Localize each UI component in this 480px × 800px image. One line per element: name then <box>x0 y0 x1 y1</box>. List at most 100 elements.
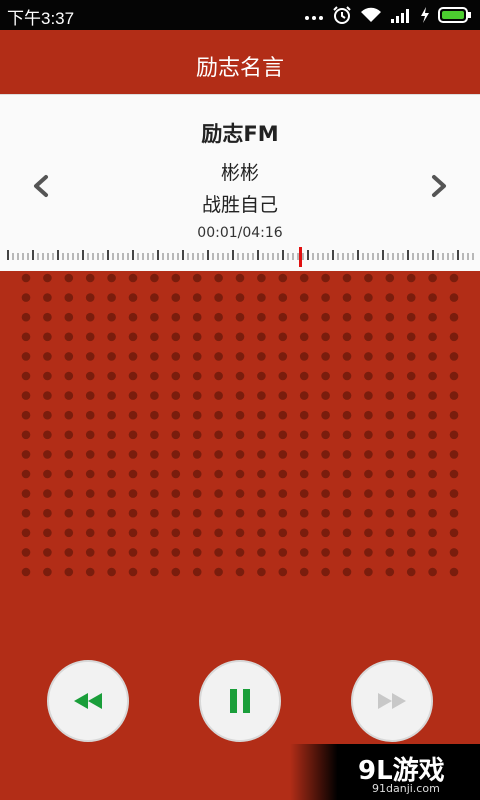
speaker-dot <box>85 508 95 518</box>
speaker-dot <box>342 352 352 361</box>
speaker-dot <box>107 528 116 538</box>
speaker-dot <box>214 450 223 459</box>
speaker-dot <box>385 371 395 381</box>
speaker-dot <box>171 450 181 459</box>
speaker-dot <box>21 450 31 459</box>
speaker-dot <box>406 352 416 361</box>
speaker-dot <box>257 293 266 302</box>
speaker-grille <box>21 273 459 577</box>
speaker-dot <box>171 567 181 577</box>
speaker-dot <box>299 293 309 302</box>
speaker-dot <box>64 293 74 302</box>
speaker-dot <box>299 410 309 420</box>
speaker-dot <box>235 508 245 518</box>
speaker-dot <box>364 410 373 420</box>
speaker-dot <box>21 371 31 381</box>
speaker-dot <box>85 371 95 381</box>
speaker-dot <box>107 391 116 400</box>
speaker-dot <box>321 567 330 577</box>
speaker-dot <box>235 352 245 361</box>
speaker-dot <box>43 567 52 577</box>
speaker-dot <box>235 332 245 342</box>
speaker-dot <box>428 312 437 322</box>
speaker-dot <box>128 567 138 577</box>
speaker-dot <box>406 312 416 322</box>
speaker-dot <box>278 430 288 440</box>
speaker-dot <box>171 410 181 420</box>
speaker-dot <box>192 293 202 302</box>
speaker-dot <box>150 391 159 400</box>
speaker-dot <box>385 293 395 302</box>
speaker-dot <box>449 430 459 440</box>
speaker-dot <box>128 410 138 420</box>
speaker-dot <box>428 548 437 557</box>
speaker-dot <box>150 273 159 283</box>
speaker-dot <box>192 312 202 322</box>
speaker-dot <box>192 450 202 459</box>
speaker-dot <box>171 391 181 400</box>
speaker-dot <box>171 312 181 322</box>
speaker-dot <box>299 508 309 518</box>
playback-time: 00:01/04:16 <box>197 225 283 241</box>
rewind-button[interactable] <box>47 660 129 742</box>
watermark: 9L游戏 91danji.com <box>290 744 480 800</box>
tuning-needle[interactable] <box>299 247 302 267</box>
speaker-dot <box>128 312 138 322</box>
speaker-dot <box>257 450 266 459</box>
previous-station-button[interactable] <box>28 169 54 203</box>
speaker-dot <box>43 430 52 440</box>
fast-forward-button[interactable] <box>351 660 433 742</box>
speaker-dot <box>43 371 52 381</box>
speaker-dot <box>406 489 416 498</box>
speaker-dot <box>150 528 159 538</box>
speaker-dot <box>299 273 309 283</box>
speaker-dot <box>192 528 202 538</box>
speaker-dot <box>214 567 223 577</box>
speaker-dot <box>235 273 245 283</box>
speaker-dot <box>321 273 330 283</box>
tuning-ruler[interactable] <box>0 245 480 269</box>
playback-controls <box>0 660 480 744</box>
speaker-dot <box>299 528 309 538</box>
speaker-dot <box>107 548 116 557</box>
speaker-dot <box>278 508 288 518</box>
speaker-dot <box>364 469 373 479</box>
page-title: 励志名言 <box>195 56 284 81</box>
speaker-dot <box>43 312 52 322</box>
speaker-dot <box>385 410 395 420</box>
speaker-dot <box>21 548 31 557</box>
speaker-dot <box>43 352 52 361</box>
speaker-dot <box>428 469 437 479</box>
speaker-dot <box>107 312 116 322</box>
speaker-dot <box>449 332 459 342</box>
speaker-dot <box>214 371 223 381</box>
next-station-button[interactable] <box>426 169 452 203</box>
speaker-dot <box>64 548 74 557</box>
speaker-dot <box>342 548 352 557</box>
speaker-dot <box>364 528 373 538</box>
speaker-dot <box>107 332 116 342</box>
speaker-dot <box>85 489 95 498</box>
speaker-dot <box>150 469 159 479</box>
pause-button[interactable] <box>199 660 281 742</box>
speaker-dot <box>406 567 416 577</box>
speaker-dot <box>214 508 223 518</box>
speaker-dot <box>150 567 159 577</box>
battery-icon <box>438 7 471 23</box>
speaker-dot <box>64 371 74 381</box>
speaker-dot <box>43 450 52 459</box>
speaker-dot <box>171 293 181 302</box>
speaker-dot <box>192 489 202 498</box>
speaker-dot <box>278 450 288 459</box>
speaker-dot <box>128 508 138 518</box>
speaker-dot <box>299 332 309 342</box>
speaker-dot <box>150 352 159 361</box>
speaker-dot <box>150 410 159 420</box>
speaker-dot <box>150 312 159 322</box>
speaker-dot <box>257 528 266 538</box>
speaker-dot <box>235 371 245 381</box>
speaker-dot <box>278 371 288 381</box>
speaker-dot <box>150 332 159 342</box>
speaker-dot <box>85 332 95 342</box>
speaker-dot <box>192 273 202 283</box>
